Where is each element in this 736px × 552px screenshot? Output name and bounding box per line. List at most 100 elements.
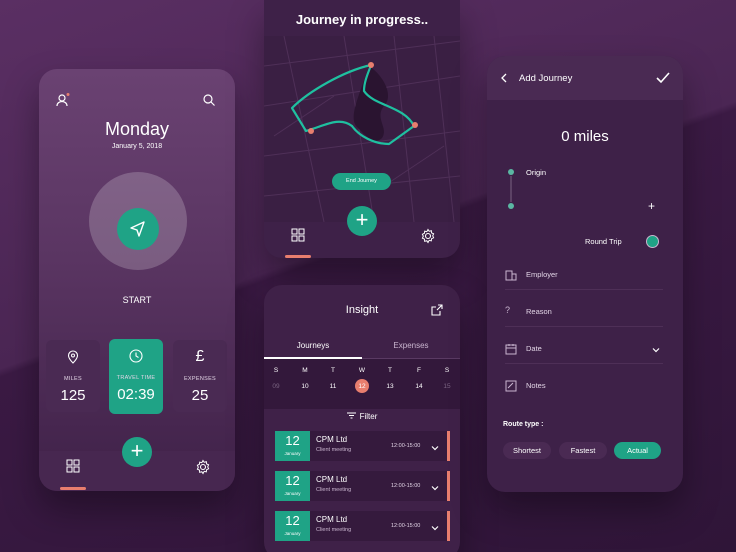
employer-field[interactable]: Employer (505, 266, 663, 290)
grid-icon[interactable] (291, 228, 305, 242)
trip-name: CPM Ltd (316, 475, 348, 484)
page-title: Add Journey (519, 73, 573, 84)
clock-icon (109, 349, 163, 363)
filter-icon (346, 412, 356, 421)
tab-journeys[interactable]: Journeys (264, 341, 362, 350)
start-label: START (122, 295, 152, 305)
chevron-down-icon[interactable] (430, 440, 440, 458)
profile-icon[interactable] (56, 93, 70, 107)
active-indicator (285, 255, 311, 258)
stat-label: MILES (63, 376, 82, 382)
trip-time: 12:00-15:00 (391, 443, 421, 449)
chevron-down-icon[interactable] (430, 480, 440, 498)
grid-icon[interactable] (66, 459, 80, 473)
search-icon[interactable] (203, 94, 215, 106)
trip-name: CPM Ltd (316, 515, 348, 524)
field-label: Notes (526, 381, 546, 390)
journey-screen: Journey in progress.. End Journey + (264, 0, 460, 258)
trip-item[interactable]: 12 January CPM Ltd Client meeting 12:00-… (275, 431, 450, 461)
settings-icon[interactable] (420, 228, 436, 244)
trip-item[interactable]: 12 January CPM Ltd Client meeting 12:00-… (275, 471, 450, 501)
trip-accent (447, 511, 450, 541)
trip-accent (447, 431, 450, 461)
route-actual[interactable]: Actual (614, 442, 661, 459)
add-stop-button[interactable]: + (648, 199, 655, 213)
notes-icon (505, 379, 517, 397)
trip-subtitle: Client meeting (316, 487, 352, 493)
add-journey-screen: Add Journey 0 miles Origin + Round Trip … (487, 56, 683, 492)
filter-button[interactable]: Filter (264, 412, 460, 421)
pound-icon: £ (195, 348, 205, 365)
reason-field[interactable]: ? Reason (505, 303, 663, 327)
trip-date-box: 12 January (275, 511, 310, 541)
stat-value: 125 (60, 387, 86, 404)
trip-name: CPM Ltd (316, 435, 348, 444)
share-icon[interactable] (431, 304, 443, 316)
end-journey-button[interactable]: End Journey (332, 173, 391, 190)
checkmark-icon[interactable] (656, 72, 670, 84)
route-type-label: Route type : (503, 421, 544, 428)
origin-field[interactable]: Origin (526, 168, 546, 177)
back-arrow-icon[interactable] (500, 73, 508, 83)
notes-field[interactable]: Notes (505, 377, 663, 401)
stat-card-travel-time[interactable]: TRAVEL TIME 02:39 (109, 339, 163, 414)
trip-month: January (284, 491, 301, 496)
day-letter: T (388, 367, 392, 374)
home-screen: Monday January 5, 2018 START MILES 125 T… (39, 69, 235, 491)
navigation-arrow-icon (130, 221, 145, 237)
stat-card-expenses[interactable]: £ EXPENSES 25 (173, 340, 227, 412)
day-number[interactable]: 10 (298, 383, 312, 390)
day-letter: W (358, 367, 366, 374)
building-icon (505, 268, 517, 286)
stat-label: EXPENSES (183, 376, 217, 382)
settings-icon[interactable] (195, 459, 211, 475)
tab-expenses[interactable]: Expenses (362, 341, 460, 350)
trip-item[interactable]: 12 January CPM Ltd Client meeting 12:00-… (275, 511, 450, 541)
header-bar (487, 56, 683, 100)
day-title: Monday (104, 119, 170, 139)
journey-title: Journey in progress.. (295, 12, 429, 27)
add-button[interactable]: + (347, 206, 377, 236)
day-letter: F (417, 367, 421, 374)
round-trip-label: Round Trip (585, 237, 622, 246)
stat-card-miles[interactable]: MILES 125 (46, 340, 100, 412)
route-shortest[interactable]: Shortest (503, 442, 551, 459)
date-label: January 5, 2018 (111, 143, 163, 150)
trip-month: January (284, 531, 301, 536)
field-label: Date (526, 344, 542, 353)
trip-subtitle: Client meeting (316, 527, 352, 533)
trip-time: 12:00-15:00 (391, 523, 421, 529)
active-indicator (60, 487, 86, 490)
trip-month: January (284, 451, 301, 456)
add-button[interactable]: + (122, 437, 152, 467)
day-number[interactable]: 11 (326, 383, 340, 390)
trip-accent (447, 471, 450, 501)
stat-label: TRAVEL TIME (116, 375, 156, 381)
day-letter: S (273, 367, 279, 374)
round-trip-toggle[interactable] (646, 235, 659, 248)
trip-day: 12 (285, 473, 300, 488)
field-label: Reason (526, 307, 552, 316)
day-number[interactable]: 09 (269, 383, 283, 390)
route-fastest[interactable]: Fastest (559, 442, 607, 459)
start-button[interactable] (117, 208, 159, 250)
stat-value: 02:39 (117, 386, 155, 403)
map[interactable] (264, 35, 460, 223)
trip-subtitle: Client meeting (316, 447, 352, 453)
field-label: Employer (526, 270, 558, 279)
day-number[interactable]: 13 (383, 383, 397, 390)
chevron-down-icon[interactable] (651, 342, 661, 360)
trip-date-box: 12 January (275, 431, 310, 461)
date-field[interactable]: Date (505, 340, 663, 364)
day-number[interactable]: 15 (440, 383, 454, 390)
day-number[interactable]: 12 (355, 383, 369, 390)
chevron-down-icon[interactable] (430, 520, 440, 538)
insight-screen: Insight Journeys Expenses Filter 12 Janu… (264, 285, 460, 552)
day-letter: M (302, 367, 308, 374)
day-letter: S (444, 367, 450, 374)
stat-value: 25 (191, 387, 209, 404)
trip-day: 12 (285, 513, 300, 528)
question-icon: ? (505, 305, 511, 315)
trip-day: 12 (285, 433, 300, 448)
day-number[interactable]: 14 (412, 383, 426, 390)
